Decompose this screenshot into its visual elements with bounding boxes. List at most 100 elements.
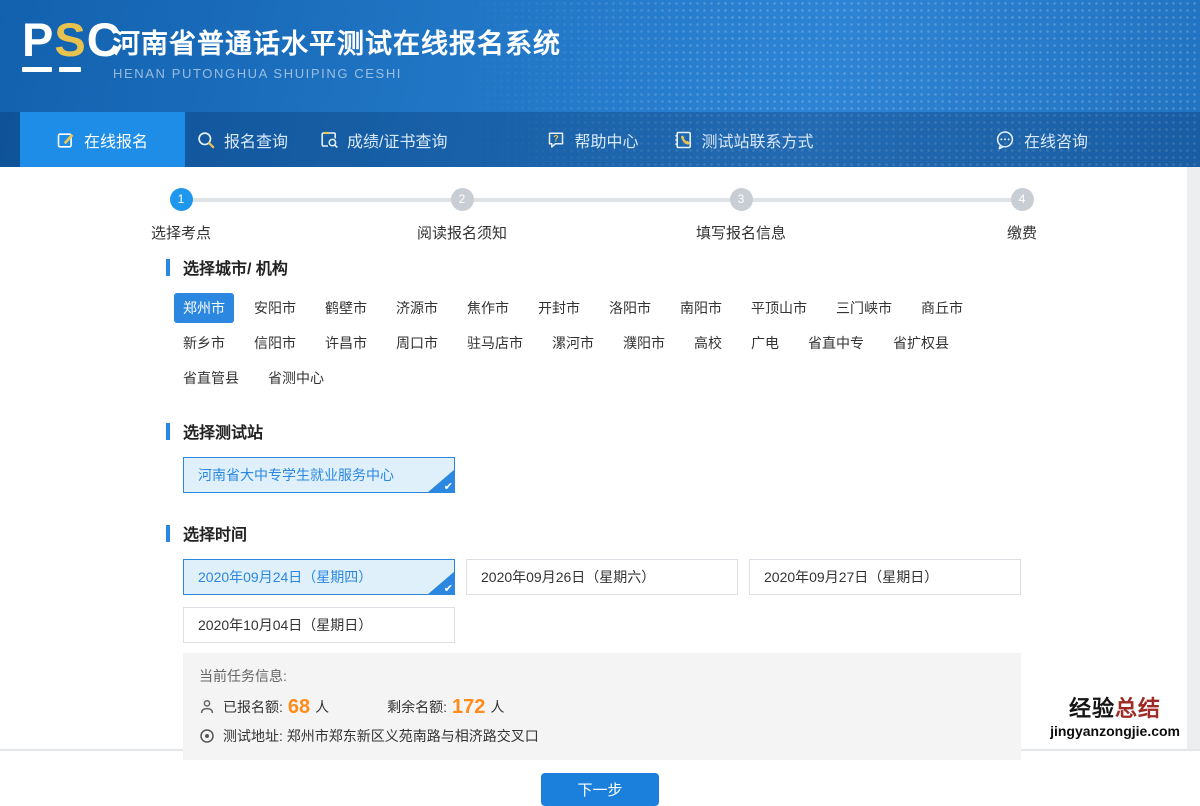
date-card[interactable]: 2020年09月26日（星期六） [466, 559, 738, 595]
station-card-selected[interactable]: 河南省大中专学生就业服务中心 ✔ [183, 457, 455, 493]
city-option[interactable]: 广电 [751, 328, 779, 358]
step-circle: 3 [730, 188, 753, 211]
time-section-title: 选择时间 [166, 521, 1200, 545]
step-label: 填写报名信息 [661, 222, 821, 243]
site-subtitle: HENAN PUTONGHUA SHUIPING CESHI [113, 66, 561, 81]
city-option[interactable]: 三门峡市 [836, 293, 892, 323]
nav-item-label: 测试站联系方式 [701, 128, 813, 152]
city-option[interactable]: 商丘市 [921, 293, 963, 323]
watermark-domain: jingyanzongjie.com [1050, 724, 1180, 739]
city-option[interactable]: 周口市 [396, 328, 438, 358]
city-option[interactable]: 安阳市 [254, 293, 296, 323]
watermark: 经验总结 jingyanzongjie.com [1050, 697, 1180, 739]
nav-item-label: 在线报名 [84, 128, 148, 152]
contact-book-icon [674, 131, 692, 149]
psc-logo-text: PSC [22, 14, 122, 66]
step-label: 缴费 [942, 222, 1102, 243]
step-1-select-site: 1 选择考点 [101, 188, 261, 243]
city-option[interactable]: 省扩权县 [893, 328, 949, 358]
site-title-block: 河南省普通话水平测试在线报名系统 HENAN PUTONGHUA SHUIPIN… [113, 22, 561, 81]
time-section: 选择时间 2020年09月24日（星期四） ✔ 2020年09月26日（星期六）… [0, 521, 1200, 643]
city-option[interactable]: 信阳市 [254, 328, 296, 358]
next-step-button[interactable]: 下一步 [541, 773, 659, 806]
city-option[interactable]: 鹤壁市 [325, 293, 367, 323]
title-accent-bar [166, 423, 170, 440]
city-option[interactable]: 许昌市 [325, 328, 367, 358]
nav-item-registration-query[interactable]: 报名查询 [197, 112, 288, 167]
step-label: 阅读报名须知 [382, 222, 542, 243]
date-card[interactable]: 2020年09月27日（星期日） [749, 559, 1021, 595]
station-name: 河南省大中专学生就业服务中心 [198, 465, 394, 485]
main-nav: 在线报名 报名查询 成绩/证书查询 ? 帮助中心 [0, 112, 1200, 167]
search-icon [197, 131, 215, 149]
city-option[interactable]: 漯河市 [552, 328, 594, 358]
step-circle: 2 [451, 188, 474, 211]
nav-item-label: 在线咨询 [1024, 128, 1088, 152]
watermark-title: 经验总结 [1050, 697, 1180, 721]
city-option[interactable]: 开封市 [538, 293, 580, 323]
station-list: 河南省大中专学生就业服务中心 ✔ [183, 457, 1200, 493]
city-option[interactable]: 济源市 [396, 293, 438, 323]
remaining-value: 172 [452, 697, 485, 717]
logo-underline [22, 67, 122, 72]
date-label: 2020年09月27日（星期日） [764, 567, 938, 587]
city-option[interactable]: 南阳市 [680, 293, 722, 323]
date-label: 2020年10月04日（星期日） [198, 615, 372, 635]
header: PSC 河南省普通话水平测试在线报名系统 HENAN PUTONGHUA SHU… [0, 0, 1200, 167]
step-3-fill-info: 3 填写报名信息 [661, 188, 821, 243]
quota-row: 已报名额: 68 人 剩余名额: 172 人 [199, 697, 1005, 717]
date-label: 2020年09月26日（星期六） [481, 567, 655, 587]
registered-label: 已报名额: [223, 697, 283, 717]
remaining-unit: 人 [490, 697, 504, 717]
date-card-selected[interactable]: 2020年09月24日（星期四） ✔ [183, 559, 455, 595]
city-option[interactable]: 省直中专 [808, 328, 864, 358]
city-option[interactable]: 省测中心 [268, 363, 324, 393]
nav-item-online-registration[interactable]: 在线报名 [20, 112, 185, 167]
psc-logo: PSC [22, 14, 122, 72]
chat-icon [995, 130, 1015, 150]
certificate-search-icon [320, 131, 338, 149]
registered-unit: 人 [315, 697, 329, 717]
location-icon [199, 728, 215, 744]
city-option[interactable]: 新乡市 [183, 328, 225, 358]
step-indicator: 1 选择考点 2 阅读报名须知 3 填写报名信息 4 缴费 [0, 167, 1200, 255]
task-info-title: 当前任务信息: [199, 666, 1005, 686]
check-icon: ✔ [444, 584, 453, 595]
city-option-selected[interactable]: 郑州市 [174, 293, 234, 323]
nav-item-label: 成绩/证书查询 [347, 128, 447, 152]
city-option[interactable]: 洛阳市 [609, 293, 651, 323]
step-connector-line [181, 198, 1022, 202]
address-value: 郑州市郑东新区义苑南路与相济路交叉口 [287, 726, 539, 746]
site-title: 河南省普通话水平测试在线报名系统 [113, 22, 561, 61]
right-scrollbar-track[interactable] [1187, 167, 1200, 749]
edit-icon [57, 131, 75, 149]
date-label: 2020年09月24日（星期四） [198, 567, 372, 587]
nav-item-score-certificate-query[interactable]: 成绩/证书查询 [320, 112, 447, 167]
nav-item-help-center[interactable]: ? 帮助中心 [547, 112, 638, 167]
address-label: 测试地址: [223, 726, 283, 746]
nav-item-online-consultation[interactable]: 在线咨询 [995, 112, 1088, 167]
step-label: 选择考点 [101, 222, 261, 243]
city-list: 郑州市 安阳市 鹤壁市 济源市 焦作市 开封市 洛阳市 南阳市 平顶山市 三门峡… [183, 293, 1200, 393]
nav-item-test-station-contact[interactable]: 测试站联系方式 [674, 112, 813, 167]
remaining-label: 剩余名额: [387, 697, 447, 717]
title-accent-bar [166, 259, 170, 276]
svg-text:?: ? [554, 133, 560, 143]
city-row: 省直管县 省测中心 [183, 363, 1200, 393]
task-info-box: 当前任务信息: 已报名额: 68 人 剩余名额: 172 人 测试地址: 郑州市… [183, 653, 1021, 760]
page: PSC 河南省普通话水平测试在线报名系统 HENAN PUTONGHUA SHU… [0, 0, 1200, 751]
date-card[interactable]: 2020年10月04日（星期日） [183, 607, 455, 643]
step-circle: 4 [1011, 188, 1034, 211]
city-option[interactable]: 高校 [694, 328, 722, 358]
city-option[interactable]: 焦作市 [467, 293, 509, 323]
station-section-title: 选择测试站 [166, 419, 1200, 443]
city-option[interactable]: 驻马店市 [467, 328, 523, 358]
person-icon [199, 699, 215, 715]
station-section: 选择测试站 河南省大中专学生就业服务中心 ✔ [0, 419, 1200, 493]
city-option[interactable]: 省直管县 [183, 363, 239, 393]
city-option[interactable]: 平顶山市 [751, 293, 807, 323]
address-row: 测试地址: 郑州市郑东新区义苑南路与相济路交叉口 [199, 726, 1005, 746]
city-option[interactable]: 濮阳市 [623, 328, 665, 358]
nav-item-label: 报名查询 [224, 128, 288, 152]
date-list: 2020年09月24日（星期四） ✔ 2020年09月26日（星期六） 2020… [183, 559, 1043, 643]
